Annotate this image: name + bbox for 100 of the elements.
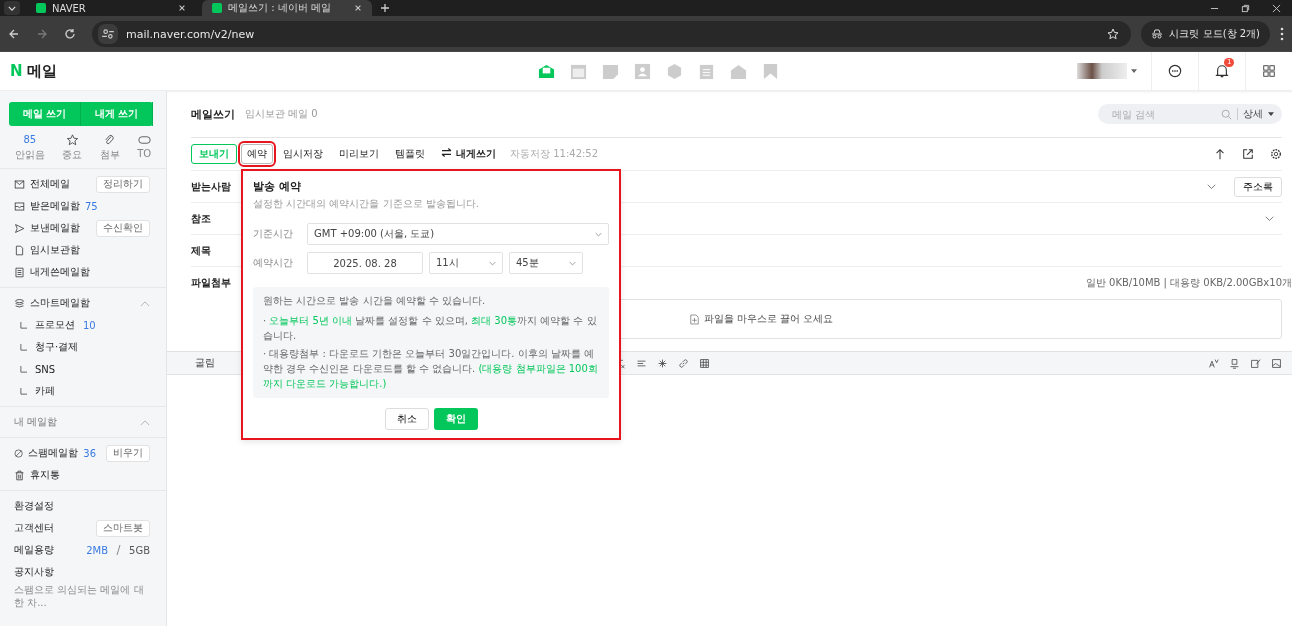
separator-icon: [116, 545, 121, 555]
tree-branch-icon: [20, 321, 27, 329]
site-settings-icon[interactable]: [98, 24, 118, 44]
envelope-icon: [14, 178, 25, 190]
folder-link[interactable]: 임시보관함: [30, 243, 80, 257]
bookmark-star-icon[interactable]: [1107, 28, 1120, 40]
chevron-down-icon[interactable]: [8, 5, 16, 11]
cancel-button[interactable]: 취소: [384, 408, 429, 430]
autosave-time: 자동저장 11:42:52: [510, 147, 599, 161]
sidebar-link[interactable]: 고객센터: [14, 521, 54, 535]
align-icon[interactable]: [636, 357, 647, 369]
dropdown-icon[interactable]: [1265, 215, 1274, 222]
folder-link[interactable]: 받은메일함: [30, 199, 80, 213]
caret-icon[interactable]: [1268, 112, 1274, 116]
new-tab-icon[interactable]: [380, 3, 390, 13]
timezone-label: 기준시간: [253, 227, 294, 241]
font-selector[interactable]: 굴림: [195, 356, 215, 370]
trash-icon: [14, 469, 25, 481]
tree-branch-icon: [20, 387, 27, 395]
back-icon[interactable]: [8, 28, 20, 40]
browser-tab[interactable]: 메일쓰기 : 네이버 메일: [202, 0, 372, 16]
signature-icon[interactable]: [1250, 357, 1261, 369]
folder-link[interactable]: 스마트메일함: [30, 296, 90, 310]
tree-branch-icon: [20, 365, 27, 373]
send-icon: [14, 222, 25, 234]
quick-filter-label[interactable]: 안읽음: [14, 148, 45, 162]
schedule-button[interactable]: 예약: [241, 144, 273, 164]
forward-icon[interactable]: [36, 28, 48, 40]
sidebar-link[interactable]: 환경설정: [14, 499, 54, 513]
document-icon: [14, 244, 25, 256]
image-icon[interactable]: [1271, 357, 1282, 369]
notice-label[interactable]: 공지사항: [14, 565, 54, 579]
stamp-icon[interactable]: [1229, 357, 1240, 369]
popup-subtitle: 설정한 시간대의 예약시간을 기준으로 발송됩니다.: [253, 197, 480, 211]
table-icon[interactable]: [699, 357, 710, 369]
quick-filter-label[interactable]: 중요: [62, 148, 83, 162]
attachment-limit: 일반 0KB/10MB | 대용량 0KB/2.00GBx10개: [1085, 276, 1292, 290]
folder-action-button[interactable]: 비우기: [106, 444, 150, 462]
incognito-badge[interactable]: 시크릿 모드(창 2개): [1141, 21, 1270, 47]
star-icon[interactable]: [65, 134, 79, 146]
tree-branch-icon: [20, 343, 27, 351]
reload-icon[interactable]: [64, 28, 76, 40]
favicon-icon: [36, 3, 46, 13]
toolbar-button[interactable]: 임시저장: [277, 144, 329, 164]
logo-text[interactable]: 메일: [26, 61, 57, 81]
restore-icon[interactable]: [1241, 3, 1250, 13]
address-bar[interactable]: mail.naver.com/v2/new: [92, 21, 1132, 47]
toolbar-button[interactable]: 템플릿: [389, 144, 431, 164]
folder-link[interactable]: 청구·결제: [35, 340, 79, 354]
unread-count[interactable]: 85: [23, 134, 37, 146]
section-heading[interactable]: 내 메일함: [14, 415, 58, 429]
up-arrow-icon[interactable]: [1214, 148, 1226, 160]
toolbar-button[interactable]: 미리보기: [333, 144, 385, 164]
browser-menu-icon[interactable]: [1280, 27, 1284, 41]
profile-avatar[interactable]: [1077, 63, 1127, 79]
minute-select[interactable]: 45분: [509, 252, 583, 274]
folder-link[interactable]: 전체메일: [30, 177, 70, 191]
browser-tab[interactable]: NAVER: [26, 0, 196, 16]
folder-link[interactable]: 내게쓴메일함: [30, 265, 90, 279]
settings-icon[interactable]: [1270, 148, 1282, 160]
caret-icon[interactable]: [1131, 69, 1137, 73]
folder-link[interactable]: 보낸메일함: [30, 221, 80, 235]
paperclip-icon[interactable]: [103, 134, 117, 146]
folder-link[interactable]: 스팸메일함: [28, 446, 79, 460]
timezone-select[interactable]: GMT +09:00 (서울, 도쿄): [307, 223, 609, 245]
asterisk-icon[interactable]: [657, 357, 668, 369]
close-icon[interactable]: [1272, 3, 1281, 13]
tab-list-button[interactable]: [4, 1, 20, 15]
folder-action-button[interactable]: 수신확인: [96, 219, 150, 237]
popout-icon[interactable]: [1242, 148, 1254, 160]
folder-action-button[interactable]: 정리하기: [96, 175, 150, 193]
smartbot-button[interactable]: 스마트봇: [96, 519, 150, 537]
field-label: 받는사람: [191, 179, 231, 194]
address-book-button[interactable]: 주소록: [1234, 176, 1282, 197]
dropdown-icon[interactable]: [1207, 183, 1216, 190]
checklist-icon[interactable]: [698, 62, 715, 80]
quick-filter-label[interactable]: 첨부: [99, 148, 120, 162]
swap-arrows-icon: [441, 148, 452, 157]
spellcheck-icon[interactable]: [1208, 357, 1219, 369]
folder-link[interactable]: 카페: [35, 384, 55, 398]
chat-icon[interactable]: [1168, 64, 1182, 78]
grid-menu-icon[interactable]: [1262, 64, 1276, 78]
date-field[interactable]: 2025. 08. 28: [307, 252, 423, 274]
folder-link[interactable]: 휴지통: [30, 468, 60, 482]
close-icon[interactable]: [354, 4, 362, 12]
to-icon[interactable]: [137, 134, 151, 146]
write-to-self-button[interactable]: 내게쓰기: [435, 144, 502, 164]
file-add-icon: [689, 313, 699, 325]
search-field[interactable]: 메일 검색 상세: [1098, 104, 1282, 124]
close-icon[interactable]: [178, 4, 186, 12]
field-label: 제목: [191, 243, 211, 258]
info-note: · 대용량첨부 : 다운로드 기한은 오늘부터 30일간입니다. 이후의 날짜를 예약한 경우 수신인은 다운로드를 할 수 없습니다. (대용량 첨부파일은 100회까지 다운로드 가능합니다.): [263, 347, 599, 391]
hour-select[interactable]: 11시: [429, 252, 503, 274]
detail-search-button[interactable]: 상세: [1243, 107, 1263, 121]
link-icon[interactable]: [678, 357, 689, 369]
notice-text[interactable]: 스팸으로 의심되는 메일에 대한 차...: [0, 583, 166, 609]
bell-icon[interactable]: [1215, 64, 1229, 78]
folder-link[interactable]: 프로모션: [35, 318, 75, 332]
folder-link[interactable]: SNS: [35, 363, 56, 375]
field-label: 파일첨부: [191, 276, 231, 290]
